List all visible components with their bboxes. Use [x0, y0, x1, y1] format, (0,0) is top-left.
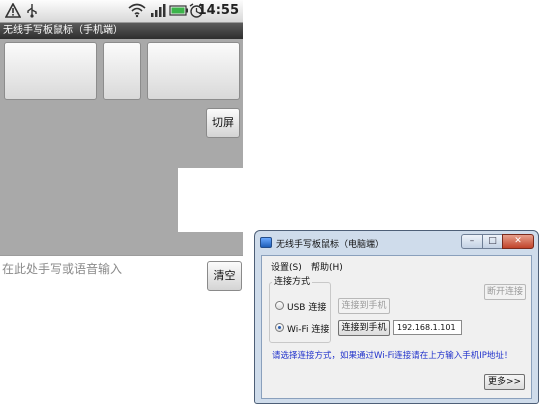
battery-icon	[169, 3, 189, 22]
usb-connect-button[interactable]: 连接到手机	[338, 298, 390, 314]
warning-icon	[4, 2, 22, 22]
handwriting-input-area[interactable]: 在此处手写或语音输入 清空	[0, 255, 243, 407]
switch-screen-button[interactable]: 切屏	[206, 108, 240, 138]
middle-click-button[interactable]	[103, 42, 141, 100]
ip-address-field[interactable]: 192.168.1.101	[393, 320, 462, 335]
disconnect-button[interactable]: 断开连接	[484, 284, 526, 300]
status-time: 14:55	[197, 3, 239, 18]
signal-icon	[150, 3, 166, 22]
touchpad-area[interactable]: 切屏	[0, 39, 243, 255]
maximize-button[interactable]: □	[482, 234, 503, 249]
clear-button[interactable]: 清空	[207, 261, 242, 291]
preview-patch	[178, 168, 243, 232]
wifi-radio[interactable]	[275, 323, 284, 332]
minimize-button[interactable]: –	[461, 234, 483, 249]
phone-screen: 14:55 无线手写板鼠标（手机端） 切屏 在此处手写或语音输入 清空	[0, 0, 243, 407]
close-button[interactable]: ✕	[502, 234, 534, 249]
wifi-radio-label[interactable]: Wi-Fi 连接	[287, 322, 329, 335]
pc-client-window: 无线手写板鼠标（电脑端） – □ ✕ 设置(S) 帮助(H) 连接方式 USB …	[254, 230, 539, 404]
menu-settings[interactable]: 设置(S)	[271, 260, 302, 273]
right-click-button[interactable]	[147, 42, 240, 100]
menu-bar: 设置(S) 帮助(H)	[262, 256, 531, 276]
window-title: 无线手写板鼠标（电脑端）	[276, 240, 385, 250]
usb-radio[interactable]	[275, 301, 284, 310]
left-click-button[interactable]	[4, 42, 97, 100]
status-bar: 14:55	[0, 0, 243, 23]
more-button[interactable]: 更多>>	[484, 374, 525, 390]
hint-text: 请选择连接方式，如果通过Wi-Fi连接请在上方输入手机IP地址！	[272, 351, 513, 361]
wifi-icon	[128, 3, 146, 22]
handwriting-placeholder: 在此处手写或语音输入	[2, 262, 123, 276]
app-title: 无线手写板鼠标（手机端）	[0, 23, 243, 39]
menu-help[interactable]: 帮助(H)	[311, 260, 343, 273]
window-titlebar[interactable]: 无线手写板鼠标（电脑端） – □ ✕	[255, 231, 538, 253]
connection-group-label: 连接方式	[272, 274, 313, 287]
usb-icon	[26, 3, 38, 22]
usb-radio-label[interactable]: USB 连接	[287, 300, 326, 313]
window-client-area: 设置(S) 帮助(H) 连接方式 USB 连接 Wi-Fi 连接 连接到手机 连…	[261, 255, 532, 399]
wifi-connect-button[interactable]: 连接到手机	[338, 320, 390, 336]
app-icon	[260, 237, 272, 248]
